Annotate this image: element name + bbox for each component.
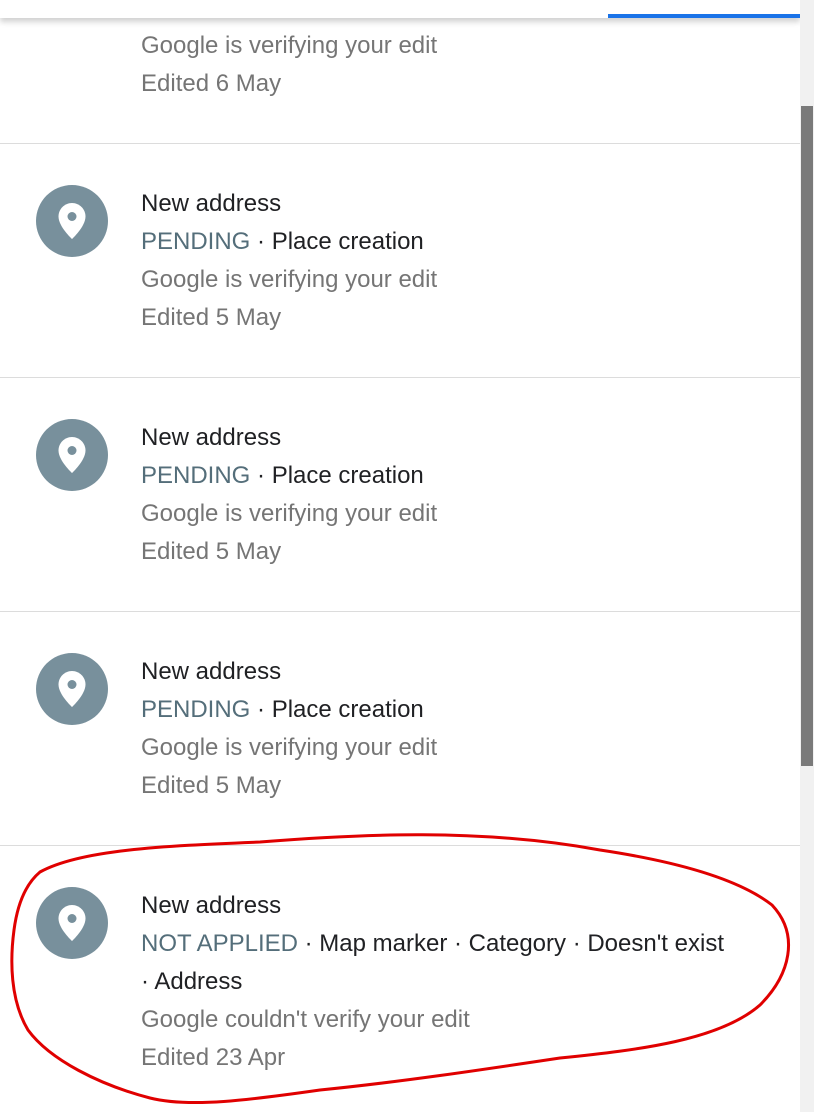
status-detail: · Place creation — [250, 462, 424, 489]
item-title: New address — [141, 658, 282, 685]
edits-list-page: Google is verifying your edit Edited 6 M… — [0, 0, 800, 1112]
list-item[interactable]: Google is verifying your edit Edited 6 M… — [0, 0, 800, 144]
status-label: PENDING — [141, 228, 251, 255]
item-status-line: PENDING · Place creation — [141, 691, 780, 729]
map-pin-icon — [36, 185, 108, 257]
status-label: NOT APPLIED — [141, 930, 298, 957]
item-status-message: Google is verifying your edit — [141, 266, 438, 293]
list-item[interactable]: New address NOT APPLIED · Map marker · C… — [0, 846, 800, 1112]
map-pin-icon — [36, 887, 108, 959]
item-edited-date: Edited 5 May — [141, 772, 282, 799]
item-status-message: Google is verifying your edit — [141, 32, 438, 59]
status-detail: · Place creation — [250, 696, 424, 723]
item-edited-date: Edited 6 May — [141, 70, 282, 97]
list-item[interactable]: New address PENDING · Place creation Goo… — [0, 612, 800, 846]
status-detail: · Place creation — [250, 228, 424, 255]
status-detail-continued: · Address — [141, 968, 243, 995]
list-item[interactable]: New address PENDING · Place creation Goo… — [0, 144, 800, 378]
item-status-message: Google is verifying your edit — [141, 734, 438, 761]
item-edited-date: Edited 5 May — [141, 538, 282, 565]
status-label: PENDING — [141, 696, 251, 723]
status-label: PENDING — [141, 462, 251, 489]
item-status-line: PENDING · Place creation — [141, 223, 780, 261]
list-item[interactable]: New address PENDING · Place creation Goo… — [0, 378, 800, 612]
map-pin-icon — [36, 653, 108, 725]
item-title: New address — [141, 892, 282, 919]
status-detail: · Map marker · Category · Doesn't exist — [297, 930, 724, 957]
scrollbar-thumb[interactable] — [801, 106, 813, 766]
item-edited-date: Edited 23 Apr — [141, 1044, 286, 1071]
item-status-message: Google couldn't verify your edit — [141, 1006, 470, 1033]
map-pin-icon — [36, 419, 108, 491]
item-edited-date: Edited 5 May — [141, 304, 282, 331]
item-title: New address — [141, 190, 282, 217]
item-title: New address — [141, 424, 282, 451]
item-status-line: PENDING · Place creation — [141, 457, 780, 495]
item-status-line: NOT APPLIED · Map marker · Category · Do… — [141, 925, 780, 963]
item-status-message: Google is verifying your edit — [141, 500, 438, 527]
